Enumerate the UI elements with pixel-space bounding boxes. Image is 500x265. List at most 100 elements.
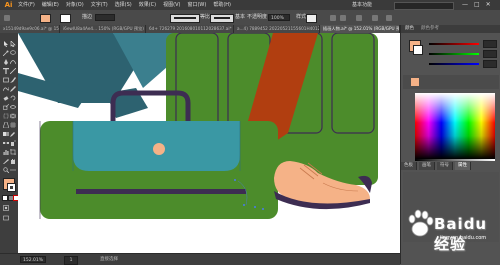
anchor-point[interactable] — [234, 179, 236, 181]
magic-wand-tool-icon[interactable] — [3, 50, 9, 56]
menu-help[interactable]: 帮助(H) — [213, 0, 231, 10]
close-button[interactable]: ✕ — [486, 0, 491, 10]
menu-file[interactable]: 文件(F) — [18, 0, 35, 10]
shaper-tool-icon[interactable] — [3, 86, 9, 92]
symbol-sprayer-tool-icon[interactable] — [10, 140, 16, 146]
width-tool-icon[interactable] — [10, 104, 16, 110]
grayscale-ramp[interactable] — [415, 159, 495, 161]
illustration — [18, 33, 378, 219]
rotate-tool-icon[interactable] — [10, 95, 16, 101]
menu-edit[interactable]: 编辑(E) — [42, 0, 59, 10]
anchor-point[interactable] — [262, 208, 264, 210]
slice-tool-icon[interactable] — [3, 158, 9, 164]
color-spectrum[interactable] — [415, 93, 495, 159]
stroke-weight-field[interactable] — [95, 14, 115, 21]
curvature-tool-icon[interactable] — [10, 59, 16, 65]
paintbrush-tool-icon[interactable] — [10, 77, 16, 83]
blue-slider[interactable] — [429, 63, 479, 65]
edit-toolbar-icon[interactable] — [10, 167, 16, 173]
color-guide-tab[interactable]: 颜色参考 — [421, 25, 439, 33]
brush-preview[interactable] — [210, 14, 234, 23]
panel-header: 颜色 颜色参考 — [401, 25, 500, 33]
color-stroke-preview[interactable] — [413, 45, 423, 55]
pen-tool-icon[interactable] — [3, 59, 9, 65]
recent-color-swatch[interactable] — [411, 78, 419, 86]
perspective-grid-tool-icon[interactable] — [3, 122, 9, 128]
menu-view[interactable]: 视图(V) — [163, 0, 180, 10]
zoom-tool-icon[interactable] — [3, 167, 9, 173]
menu-window[interactable]: 窗口(W) — [187, 0, 206, 10]
menu-select[interactable]: 选择(S) — [115, 0, 132, 10]
minimize-button[interactable]: — — [462, 0, 468, 10]
opacity-field[interactable]: 100% — [268, 14, 290, 21]
pencil-tool-icon[interactable] — [10, 86, 16, 92]
swatches-tab[interactable]: 色板 — [401, 162, 417, 170]
color-tab[interactable]: 颜色 — [405, 25, 414, 33]
eyedropper-tool-icon[interactable] — [10, 131, 16, 137]
anchor-point[interactable] — [243, 204, 245, 206]
column-graph-tool-icon[interactable] — [3, 149, 9, 155]
style-swatch[interactable] — [306, 14, 317, 23]
green-slider[interactable] — [429, 53, 479, 55]
menu-type[interactable]: 文字(T) — [91, 0, 108, 10]
control-bar: 描边 等比 基本 不透明度 100% 样式 — [0, 10, 500, 26]
draw-mode-icon[interactable] — [3, 205, 9, 211]
artboard-tool-icon[interactable] — [10, 149, 16, 155]
stroke-color-box[interactable] — [7, 183, 16, 192]
rectangle-tool-icon[interactable] — [3, 77, 9, 83]
doc-tab-active[interactable]: 插画人物.ai* @ 152.01% (RGB/GPU 预览) — [320, 25, 400, 33]
search-field[interactable] — [394, 2, 454, 10]
stroke-profile-label: 等比 — [200, 14, 211, 20]
menu-list: 文件(F) 编辑(E) 对象(O) 文字(T) 选择(S) 效果(C) 视图(V… — [18, 0, 231, 10]
lasso-tool-icon[interactable] — [10, 50, 16, 56]
window-controls: — □ ✕ — [462, 0, 491, 10]
transform-icon[interactable] — [356, 15, 362, 21]
scale-tool-icon[interactable] — [3, 104, 9, 110]
selection-tool-icon[interactable] — [3, 41, 9, 47]
mesh-tool-icon[interactable] — [10, 122, 16, 128]
recolor-icon[interactable] — [330, 15, 336, 21]
doc-tab-3[interactable]: 6d+ 726279 201608010112028637.ai* — [146, 25, 234, 33]
brush-label: 基本 — [235, 14, 246, 20]
brushes-tab[interactable]: 画笔 — [419, 162, 435, 170]
line-tool-icon[interactable] — [10, 68, 16, 74]
align-icon[interactable] — [340, 15, 346, 21]
bag-button — [153, 143, 165, 155]
shape-builder-tool-icon[interactable] — [10, 113, 16, 119]
app-logo: Ai — [2, 0, 15, 10]
artboard-canvas[interactable] — [18, 33, 400, 253]
symbols-tab[interactable]: 符号 — [437, 162, 453, 170]
baidu-jingyan-watermark: Baidu 经验 jingyan.baidu.com — [404, 207, 498, 253]
menu-object[interactable]: 对象(O) — [66, 0, 84, 10]
blue-value-field[interactable] — [483, 60, 497, 68]
direct-selection-tool-icon[interactable] — [10, 41, 16, 47]
menu-bar: Ai 文件(F) 编辑(E) 对象(O) 文字(T) 选择(S) 效果(C) 视… — [0, 0, 500, 10]
style-label: 样式 — [296, 14, 307, 20]
blend-tool-icon[interactable] — [3, 140, 9, 146]
type-tool-icon[interactable] — [3, 68, 9, 74]
green-value-field[interactable] — [483, 50, 497, 58]
stroke-profile-preview[interactable] — [170, 14, 200, 23]
stroke-swatch[interactable] — [60, 14, 71, 23]
bag-stripe — [76, 189, 246, 194]
doc-tab-4[interactable]: a...4) 7889452 20220521155601H4012.ai* — [234, 25, 320, 33]
doc-tab-1[interactable]: x15149d9ae9c06.ai* @ 150% (RGB/... — [0, 25, 60, 33]
eraser-tool-icon[interactable] — [3, 95, 9, 101]
hand-tool-icon[interactable] — [10, 158, 16, 164]
isolate-icon[interactable] — [386, 15, 392, 21]
doc-tab-2[interactable]: i6ewIU8a4Ae4... 150% (RGB/GPU 预览) — [60, 25, 146, 33]
workspace-switcher[interactable]: 基本功能 — [352, 0, 372, 10]
properties-tab[interactable]: 属性 — [455, 162, 471, 170]
screen-mode-icon[interactable] — [3, 215, 9, 221]
arrange-icon[interactable] — [372, 15, 378, 21]
maximize-button[interactable]: □ — [474, 0, 480, 10]
status-bar: 152.01% 1 直接选择 — [0, 253, 400, 265]
fill-swatch[interactable] — [40, 14, 51, 23]
gradient-tool-icon[interactable] — [3, 131, 9, 137]
zoom-field[interactable]: 152.01% — [20, 256, 46, 263]
free-transform-tool-icon[interactable] — [3, 113, 9, 119]
anchor-point[interactable] — [254, 206, 256, 208]
red-slider[interactable] — [429, 43, 479, 45]
menu-effect[interactable]: 效果(C) — [139, 0, 156, 10]
red-value-field[interactable] — [483, 40, 497, 48]
